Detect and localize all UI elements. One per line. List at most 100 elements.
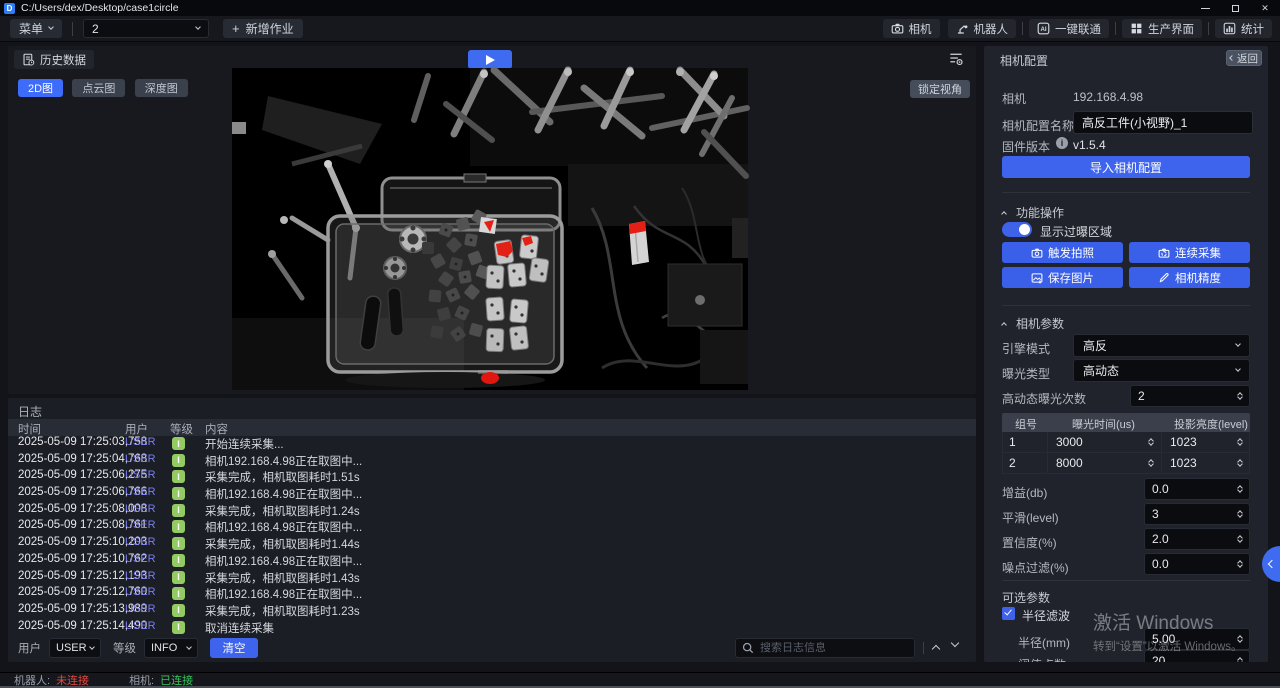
toolbar-robot-button[interactable]: 机器人 <box>948 19 1017 38</box>
minimize-button[interactable] <box>1190 0 1220 16</box>
exposure-stepper-2[interactable]: 8000 <box>1049 452 1160 474</box>
radius-stepper[interactable]: 5.00 <box>1144 628 1250 650</box>
maximize-button[interactable] <box>1220 0 1250 16</box>
radius-filter-label: 半径滤波 <box>1022 607 1070 624</box>
job-select[interactable]: 2 <box>83 19 209 38</box>
log-filter-settings-button[interactable] <box>948 51 964 69</box>
threshold-points-stepper[interactable]: 20 <box>1144 650 1250 662</box>
log-user-filter-select[interactable]: USER <box>49 638 101 658</box>
section-function-ops[interactable]: 功能操作 <box>1002 204 1064 221</box>
brightness-stepper-2[interactable]: 1023 <box>1163 452 1249 474</box>
log-row[interactable]: 2025-05-09 17:25:13,989 USER I 采集完成，相机取图… <box>8 603 976 620</box>
log-panel: 日志 时间 用户 等级 内容 2025-05-09 17:25:03,758 U… <box>8 398 976 662</box>
log-row[interactable]: 2025-05-09 17:25:10,762 USER I 相机192.168… <box>8 553 976 570</box>
log-user: USER <box>125 469 156 481</box>
log-content: 相机192.168.4.98正在取图中... <box>205 586 362 602</box>
log-user: USER <box>125 570 156 582</box>
log-level-badge: I <box>172 554 185 567</box>
divider <box>1047 432 1048 452</box>
menu-label: 菜单 <box>19 20 43 37</box>
log-user: USER <box>125 536 156 548</box>
chevron-down-icon <box>195 24 201 30</box>
toolbar-ai-connect-button[interactable]: AI 一键联通 <box>1029 19 1109 38</box>
chevron-down-icon <box>48 24 54 30</box>
engine-mode-select[interactable]: 高反 <box>1073 334 1250 357</box>
log-row[interactable]: 2025-05-09 17:25:12,193 USER I 采集完成，相机取图… <box>8 570 976 587</box>
col-group: 组号 <box>1015 416 1037 432</box>
chevron-down-icon <box>89 644 95 650</box>
search-icon <box>742 642 754 654</box>
camera-precision-button[interactable]: 相机精度 <box>1129 267 1250 288</box>
log-row[interactable]: 2025-05-09 17:25:12,760 USER I 相机192.168… <box>8 586 976 603</box>
toolbar-stats-button[interactable]: 统计 <box>1215 19 1272 38</box>
threshold-points-label: 阈值点数 <box>1018 656 1066 662</box>
toolbar-camera-button[interactable]: 相机 <box>883 19 940 38</box>
brightness-value: 1023 <box>1170 435 1197 449</box>
group-value: 2 <box>1009 456 1016 470</box>
log-level-badge: I <box>172 504 185 517</box>
clear-log-button[interactable]: 清空 <box>210 638 258 658</box>
threshold-points-value: 20 <box>1152 654 1165 662</box>
hdr-count-label: 高动态曝光次数 <box>1002 390 1086 407</box>
back-button[interactable]: 返回 <box>1226 50 1262 66</box>
config-name-input[interactable] <box>1073 111 1253 134</box>
tab-2d-image[interactable]: 2D图 <box>18 79 63 97</box>
smooth-label: 平滑(level) <box>1002 509 1059 526</box>
menu-dropdown[interactable]: 菜单 <box>10 19 62 38</box>
stats-icon <box>1223 22 1236 35</box>
log-row[interactable]: 2025-05-09 17:25:10,203 USER I 采集完成，相机取图… <box>8 536 976 553</box>
app-logo-icon: D <box>4 3 15 14</box>
camera-status-value: 已连接 <box>160 672 193 688</box>
log-content: 采集完成，相机取图耗时1.43s <box>205 570 360 586</box>
continuous-capture-button[interactable]: 连续采集 <box>1129 242 1250 263</box>
tab-point-cloud[interactable]: 点云图 <box>72 79 125 97</box>
confidence-stepper[interactable]: 2.0 <box>1144 528 1250 550</box>
log-row[interactable]: 2025-05-09 17:25:03,758 USER I 开始连续采集... <box>8 436 976 453</box>
overexposure-toggle[interactable] <box>1002 222 1032 237</box>
camera-image-view[interactable] <box>232 68 748 390</box>
chevron-down-icon <box>186 644 192 650</box>
exposure-stepper-1[interactable]: 3000 <box>1049 431 1160 453</box>
confidence-label: 置信度(%) <box>1002 534 1057 551</box>
log-row[interactable]: 2025-05-09 17:25:06,766 USER I 相机192.168… <box>8 486 976 503</box>
log-row[interactable]: 2025-05-09 17:25:08,008 USER I 采集完成，相机取图… <box>8 503 976 520</box>
play-icon <box>486 55 495 65</box>
brightness-stepper-1[interactable]: 1023 <box>1163 431 1249 453</box>
close-button[interactable]: ✕ <box>1250 0 1280 16</box>
radius-filter-checkbox[interactable] <box>1002 607 1015 620</box>
log-row[interactable]: 2025-05-09 17:25:14,490 USER I 取消连续采集 <box>8 620 976 636</box>
log-search-input[interactable] <box>760 642 890 654</box>
import-config-button[interactable]: 导入相机配置 <box>1002 156 1250 178</box>
hdr-count-stepper[interactable]: 2 <box>1130 385 1250 407</box>
robot-icon <box>956 22 969 35</box>
log-level-filter-select[interactable]: INFO <box>144 638 198 658</box>
camera-config-panel: 相机配置 返回 相机 192.168.4.98 相机配置名称 固件版本 i v1… <box>984 46 1268 662</box>
search-prev-button[interactable] <box>932 645 940 653</box>
save-image-button[interactable]: 保存图片 <box>1002 267 1123 288</box>
play-button[interactable] <box>468 50 512 69</box>
toolbar-robot-label: 机器人 <box>974 21 1009 37</box>
history-data-button[interactable]: 历史数据 <box>14 50 94 69</box>
engine-mode-value: 高反 <box>1083 337 1107 354</box>
new-job-button[interactable]: + 新增作业 <box>223 19 303 38</box>
log-level: I <box>172 571 185 584</box>
log-row[interactable]: 2025-05-09 17:25:04,768 USER I 相机192.168… <box>8 453 976 470</box>
search-next-button[interactable] <box>951 639 959 647</box>
chevron-left-icon <box>1229 55 1235 61</box>
exposure-type-select[interactable]: 高动态 <box>1073 359 1250 382</box>
trigger-capture-button[interactable]: 触发拍照 <box>1002 242 1123 263</box>
toolbar-production-button[interactable]: 生产界面 <box>1122 19 1202 38</box>
back-label: 返回 <box>1237 51 1258 66</box>
info-icon[interactable]: i <box>1056 137 1068 149</box>
tab-depth-map[interactable]: 深度图 <box>135 79 188 97</box>
section-camera-params[interactable]: 相机参数 <box>1002 315 1064 332</box>
smooth-stepper[interactable]: 3 <box>1144 503 1250 525</box>
lock-view-button[interactable]: 锁定视角 <box>910 80 970 98</box>
log-row[interactable]: 2025-05-09 17:25:06,275 USER I 采集完成，相机取图… <box>8 469 976 486</box>
toolbar-camera-label: 相机 <box>909 21 932 37</box>
viewer-panel: 历史数据 <box>8 46 976 394</box>
noise-filter-stepper[interactable]: 0.0 <box>1144 553 1250 575</box>
gain-stepper[interactable]: 0.0 <box>1144 478 1250 500</box>
log-row[interactable]: 2025-05-09 17:25:08,761 USER I 相机192.168… <box>8 519 976 536</box>
log-level-filter-value: INFO <box>151 642 177 654</box>
